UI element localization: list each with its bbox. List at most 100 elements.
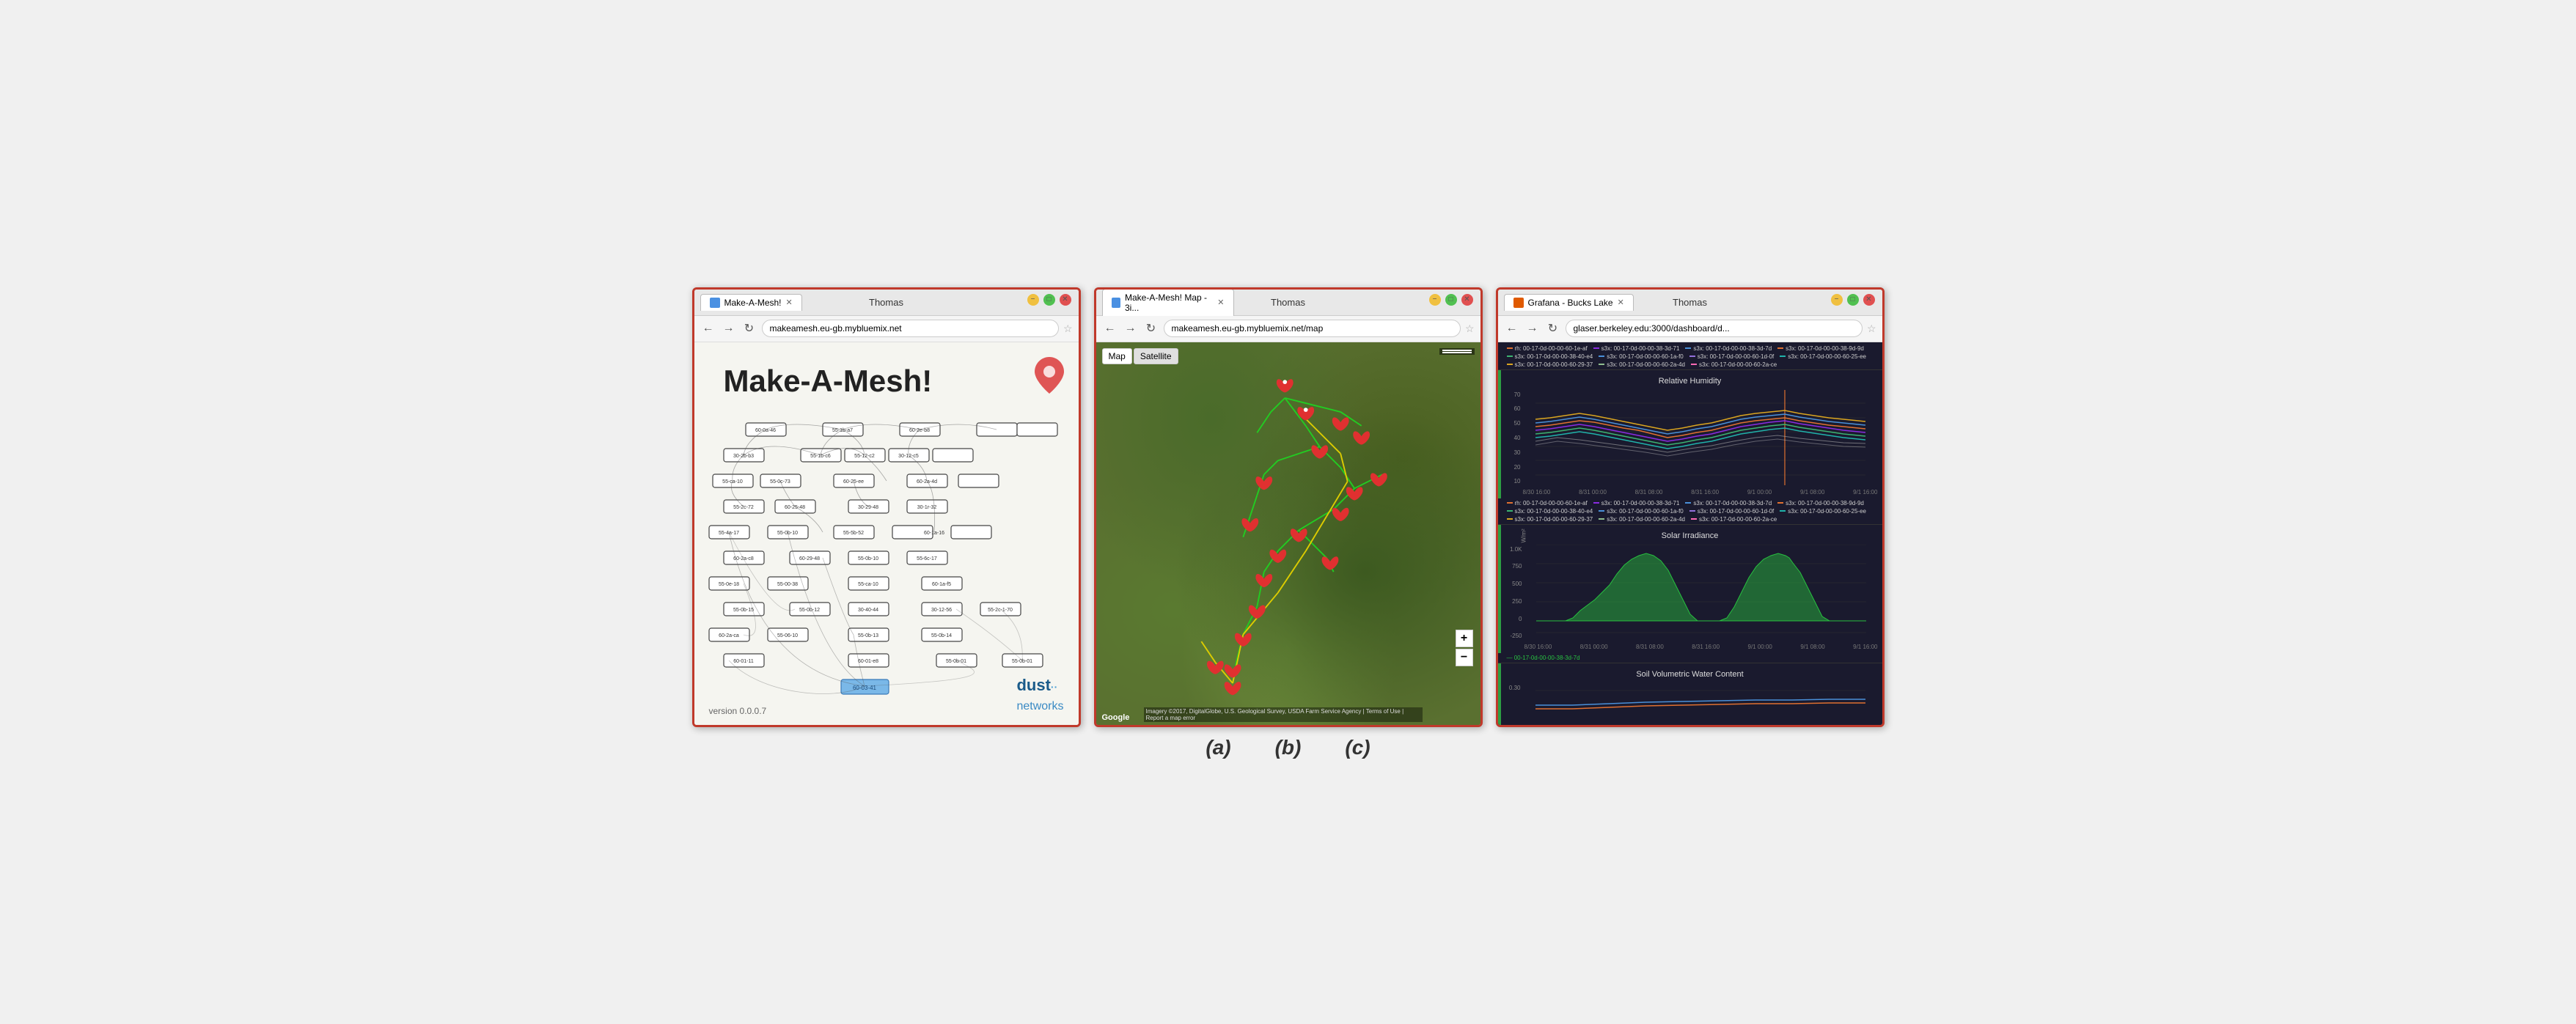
zoom-out-button[interactable]: − [1456, 649, 1473, 666]
map-view-button[interactable]: Map [1102, 348, 1132, 364]
legend-label-s4: s3x: 00-17-0d-00-00-38-40-e4 [1515, 353, 1593, 360]
label-a: (a) [1206, 736, 1230, 759]
legend-color-s5 [1599, 356, 1604, 357]
svg-text:55-1b-c6: 55-1b-c6 [810, 454, 831, 459]
tab-c[interactable]: Grafana - Bucks Lake ✕ [1504, 294, 1634, 311]
legend-item-m3: s3x: 00-17-0d-00-00-38-3d-7d [1685, 500, 1772, 507]
close-button-b[interactable]: ✕ [1461, 294, 1473, 306]
address-bar-a: ← → ↻ ☆ [694, 316, 1079, 342]
panel-indicator-humidity [1498, 370, 1501, 498]
humidity-chart-area: 8/30 16:00 8/31 00:00 8/31 08:00 8/31 16… [1523, 390, 1878, 497]
map-copyright: Imagery ©2017, DigitalGlobe, U.S. Geolog… [1144, 707, 1423, 722]
reload-button-c[interactable]: ↻ [1545, 320, 1561, 336]
tab-close-b[interactable]: ✕ [1217, 298, 1224, 307]
legend-color-s1 [1593, 347, 1599, 349]
tab-title-c: Grafana - Bucks Lake [1528, 298, 1613, 308]
reload-button-a[interactable]: ↻ [741, 320, 757, 336]
svg-text:55-0b-01: 55-0b-01 [1011, 659, 1032, 664]
legend-label-s10: s3x: 00-17-0d-00-00-60-2a-ce [1699, 361, 1777, 368]
legend-label-s9: s3x: 00-17-0d-00-00-60-2a-4d [1607, 361, 1685, 368]
solar-legend: — 00-17-0d-00-00-38-3d-7d [1498, 653, 1882, 663]
svg-text:55-12-c2: 55-12-c2 [854, 454, 875, 459]
back-button-b[interactable]: ← [1102, 320, 1118, 336]
label-b: (b) [1275, 736, 1302, 759]
svg-text:60-03-41: 60-03-41 [852, 685, 876, 691]
svg-text:60-01-e8: 60-01-e8 [857, 659, 878, 664]
map-pin-icon [1035, 357, 1064, 394]
legend-item-s8: s3x: 00-17-0d-00-00-60-29-37 [1507, 361, 1593, 368]
content-b: Map Satellite [1096, 342, 1480, 725]
title-bar-b: Make-A-Mesh! Map - 3i... ✕ Thomas − □ ✕ [1096, 290, 1480, 316]
legend-color-s6 [1689, 356, 1695, 357]
grafana-dashboard: rh: 00-17-0d-00-00-60-1e-af s3x: 00-17-0… [1498, 342, 1882, 725]
legend-color-rh [1507, 347, 1513, 349]
browser-window-a: Make-A-Mesh! ✕ Thomas − □ ✕ ← → ↻ ☆ [692, 287, 1081, 727]
tab-close-a[interactable]: ✕ [786, 298, 793, 307]
legend-item-s6: s3x: 00-17-0d-00-00-60-1d-0f [1689, 353, 1775, 360]
forward-button-b[interactable]: → [1123, 320, 1139, 336]
maximize-button-c[interactable]: □ [1847, 294, 1859, 306]
back-button-c[interactable]: ← [1504, 320, 1520, 336]
solar-y-axis: 1.0K 750 500 250 0 -250 [1502, 545, 1524, 652]
soil-chart-area [1523, 683, 1878, 725]
legend-item-m2: s3x: 00-17-0d-00-00-38-3d-71 [1593, 500, 1680, 507]
network-graph: 60-0a-46 55-1b-a7 60-2e-b8 30-2b-b3 55-1… [702, 416, 1076, 709]
maximize-button-b[interactable]: □ [1445, 294, 1457, 306]
close-button-a[interactable]: ✕ [1060, 294, 1071, 306]
close-button-c[interactable]: ✕ [1863, 294, 1875, 306]
url-field-c[interactable] [1566, 320, 1863, 337]
maximize-button-a[interactable]: □ [1043, 294, 1055, 306]
panel-indicator-soil [1498, 663, 1501, 725]
tab-favicon-a [710, 298, 720, 308]
legend-item-s4: s3x: 00-17-0d-00-00-38-40-e4 [1507, 353, 1593, 360]
svg-text:60-2a-ca: 60-2a-ca [719, 633, 739, 638]
legend-label-s2: s3x: 00-17-0d-00-00-38-3d-7d [1693, 345, 1772, 352]
minimize-button-b[interactable]: − [1429, 294, 1441, 306]
url-field-a[interactable] [762, 320, 1059, 337]
zoom-in-button[interactable]: + [1456, 630, 1473, 647]
content-a: Make-A-Mesh! [694, 342, 1079, 725]
reload-button-b[interactable]: ↻ [1143, 320, 1159, 336]
svg-text:55-0b-12: 55-0b-12 [799, 608, 819, 613]
legend-color-s3 [1777, 347, 1783, 349]
svg-text:60-1a-16: 60-1a-16 [923, 531, 944, 536]
bookmark-icon-b[interactable]: ☆ [1465, 323, 1475, 335]
legend-item-s2: s3x: 00-17-0d-00-00-38-3d-7d [1685, 345, 1772, 352]
legend-item-m6: s3x: 00-17-0d-00-00-60-1a-f0 [1599, 508, 1684, 515]
legend-label-s3: s3x: 00-17-0d-00-00-38-9d-9d [1786, 345, 1864, 352]
humidity-panel: Relative Humidity 70 60 50 40 30 20 10 [1498, 370, 1882, 498]
svg-text:55-06-10: 55-06-10 [777, 633, 797, 638]
soil-chart-wrapper: 0.30 [1502, 683, 1878, 725]
svg-text:55-2c-1-70: 55-2c-1-70 [988, 608, 1013, 613]
humidity-chart-title: Relative Humidity [1502, 375, 1878, 387]
bookmark-icon-a[interactable]: ☆ [1063, 323, 1073, 335]
window-controls-b: − □ ✕ [1429, 294, 1473, 306]
soil-panel: Soil Volumetric Water Content 0.30 [1498, 663, 1882, 725]
browser-window-c: Grafana - Bucks Lake ✕ Thomas − □ ✕ ← → … [1496, 287, 1885, 727]
legend-item-m11: s3x: 00-17-0d-00-00-60-2a-ce [1691, 516, 1777, 523]
bookmark-icon-c[interactable]: ☆ [1867, 323, 1876, 335]
satellite-view-button[interactable]: Satellite [1134, 348, 1178, 364]
url-field-b[interactable] [1164, 320, 1461, 337]
humidity-chart-wrapper: 70 60 50 40 30 20 10 [1502, 390, 1878, 497]
svg-text:30-12-c5: 30-12-c5 [898, 454, 919, 459]
google-logo: Google [1102, 713, 1130, 722]
legend-item-rh: rh: 00-17-0d-00-00-60-1e-af [1507, 345, 1588, 352]
svg-text:30-29-48: 30-29-48 [857, 505, 878, 510]
minimize-button-a[interactable]: − [1027, 294, 1039, 306]
svg-text:55-0c-73: 55-0c-73 [770, 479, 790, 485]
minimize-button-c[interactable]: − [1831, 294, 1843, 306]
legend-color-s4 [1507, 356, 1513, 357]
tab-close-c[interactable]: ✕ [1618, 298, 1624, 307]
map-toolbar: Map Satellite [1102, 348, 1178, 364]
tab-a[interactable]: Make-A-Mesh! ✕ [700, 294, 802, 311]
back-button-a[interactable]: ← [700, 320, 716, 336]
tab-b[interactable]: Make-A-Mesh! Map - 3i... ✕ [1102, 289, 1234, 316]
panel-indicator-solar [1498, 525, 1501, 653]
map-view[interactable]: Map Satellite [1096, 342, 1480, 725]
forward-button-c[interactable]: → [1524, 320, 1541, 336]
svg-text:30-1r-32: 30-1r-32 [917, 505, 936, 510]
forward-button-a[interactable]: → [721, 320, 737, 336]
solar-x-axis: 8/30 16:00 8/31 00:00 8/31 08:00 8/31 16… [1524, 644, 1878, 652]
svg-text:55-0b-15: 55-0b-15 [733, 608, 753, 613]
